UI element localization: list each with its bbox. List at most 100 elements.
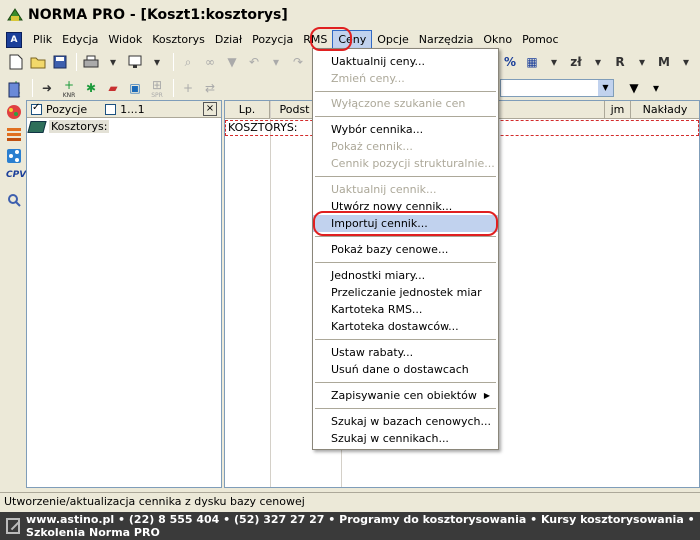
menu-uaktualnij-cennik[interactable]: Uaktualnij cennik... bbox=[313, 181, 498, 198]
share-icon[interactable] bbox=[6, 148, 22, 164]
menu-przeliczanie-jednostek[interactable]: Przeliczanie jednostek miar bbox=[313, 284, 498, 301]
pozycje-checkbox[interactable] bbox=[31, 102, 42, 115]
menu-ustaw-rabaty[interactable]: Ustaw rabaty... bbox=[313, 344, 498, 361]
insert-row-icon[interactable]: + bbox=[178, 78, 198, 98]
status-text: Utworzenie/aktualizacja cennika z dysku … bbox=[4, 495, 305, 508]
percent-icon[interactable]: % bbox=[500, 52, 520, 72]
document-icon[interactable]: A bbox=[6, 31, 22, 48]
undo-icon[interactable]: ↶ bbox=[244, 52, 264, 72]
menu-ceny[interactable]: Ceny bbox=[332, 30, 373, 49]
arrow-right-icon[interactable]: ➜ bbox=[37, 78, 57, 98]
currency-icon[interactable]: zł bbox=[566, 52, 586, 72]
redo-icon[interactable]: ↷ bbox=[288, 52, 308, 72]
equipment-icon[interactable]: ▣ bbox=[125, 78, 145, 98]
submenu-arrow-icon: ▶ bbox=[483, 391, 490, 400]
menu-usun-dane-dostawcach[interactable]: Usuń dane o dostawcach bbox=[313, 361, 498, 378]
tree-node-kosztorys[interactable]: Kosztorys: bbox=[27, 118, 221, 135]
menu-zmien-ceny[interactable]: Zmień ceny... bbox=[313, 70, 498, 87]
col-lp[interactable]: Lp. bbox=[225, 101, 270, 119]
preview-dropdown-icon[interactable]: ▾ bbox=[147, 52, 167, 72]
range-checkbox[interactable] bbox=[105, 103, 117, 115]
menu-uaktualnij-ceny[interactable]: Uaktualnij ceny... bbox=[313, 53, 498, 70]
menu-zapisywanie-cen-obiektow[interactable]: Zapisywanie cen obiektów ▶ bbox=[313, 387, 498, 404]
col-jm[interactable]: jm bbox=[605, 101, 631, 119]
menu-separator bbox=[315, 116, 496, 117]
m-icon[interactable]: M bbox=[654, 52, 674, 72]
undo-dropdown-icon[interactable]: ▾ bbox=[266, 52, 286, 72]
binoculars-icon[interactable]: ⌕ bbox=[178, 52, 198, 72]
m-dropdown-icon[interactable]: ▾ bbox=[676, 52, 696, 72]
print-dropdown-icon[interactable]: ▾ bbox=[103, 52, 123, 72]
menu-pomoc[interactable]: Pomoc bbox=[517, 30, 563, 49]
table-dropdown-icon[interactable]: ▾ bbox=[544, 52, 564, 72]
menu-widok[interactable]: Widok bbox=[103, 30, 147, 49]
print-icon[interactable] bbox=[81, 52, 101, 72]
menu-rms[interactable]: RMS bbox=[298, 30, 332, 49]
document-stack-icon[interactable] bbox=[6, 82, 22, 98]
menu-opcje[interactable]: Opcje bbox=[372, 30, 414, 49]
menu-dzial[interactable]: Dział bbox=[210, 30, 247, 49]
menu-edycja[interactable]: Edycja bbox=[57, 30, 103, 49]
menu-cennik-pozycji[interactable]: Cennik pozycji strukturalnie... bbox=[313, 155, 498, 172]
tree-node-label: Kosztorys: bbox=[49, 120, 110, 133]
menu-okno[interactable]: Okno bbox=[478, 30, 517, 49]
menu-kartoteka-dostawcow[interactable]: Kartoteka dostawców... bbox=[313, 318, 498, 335]
book-icon bbox=[27, 120, 47, 133]
toolbar-separator bbox=[173, 53, 174, 71]
currency-dropdown-icon[interactable]: ▾ bbox=[588, 52, 608, 72]
find-replace-icon[interactable]: ∞ bbox=[200, 52, 220, 72]
menu-importuj-cennik[interactable]: Importuj cennik... bbox=[313, 215, 498, 232]
table-icon[interactable]: ▦ bbox=[522, 52, 542, 72]
column-combo[interactable]: ▼ bbox=[500, 79, 614, 97]
footer-text: www.astino.pl • (22) 8 555 404 • (52) 32… bbox=[26, 513, 695, 539]
right-toolbar: % ▦ ▾ zł ▾ R ▾ M ▾ S ▾ bbox=[500, 50, 700, 74]
palette-icon[interactable] bbox=[6, 104, 22, 120]
toolbar-separator bbox=[173, 79, 174, 97]
toolbar-separator bbox=[76, 53, 77, 71]
preview-icon[interactable] bbox=[125, 52, 145, 72]
menu-narzedzia[interactable]: Narzędzia bbox=[414, 30, 479, 49]
norma-app-icon bbox=[6, 6, 24, 24]
menu-wylaczone-szukanie-cen[interactable]: Wyłączone szukanie cen bbox=[313, 95, 498, 112]
r-dropdown-icon[interactable]: ▾ bbox=[632, 52, 652, 72]
menu-kartoteka-rms[interactable]: Kartoteka RMS... bbox=[313, 301, 498, 318]
col-naklady[interactable]: Nakłady bbox=[631, 101, 699, 119]
move-icon[interactable]: ⇄ bbox=[200, 78, 220, 98]
menu-plik[interactable]: Plik bbox=[28, 30, 57, 49]
menu-separator bbox=[315, 262, 496, 263]
close-tree-button[interactable]: × bbox=[203, 102, 217, 116]
save-icon[interactable] bbox=[50, 52, 70, 72]
astino-logo-icon bbox=[6, 518, 21, 534]
add-knr-icon[interactable]: + KNR bbox=[59, 78, 79, 99]
menu-bar: A Plik Edycja Widok Kosztorys Dział Pozy… bbox=[0, 30, 700, 49]
menu-kosztorys[interactable]: Kosztorys bbox=[147, 30, 210, 49]
menu-pokaz-bazy-cenowe[interactable]: Pokaż bazy cenowe... bbox=[313, 241, 498, 258]
window-title: NORMA PRO - [Koszt1:kosztorys] bbox=[28, 7, 288, 23]
new-file-icon[interactable] bbox=[6, 52, 26, 72]
menu-pokaz-cennik[interactable]: Pokaż cennik... bbox=[313, 138, 498, 155]
menu-szukaj-w-cennikach[interactable]: Szukaj w cennikach... bbox=[313, 430, 498, 447]
r-icon[interactable]: R bbox=[610, 52, 630, 72]
magnifier-icon[interactable] bbox=[6, 192, 22, 208]
chevron-down-icon[interactable]: ▼ bbox=[598, 80, 613, 96]
menu-utworz-nowy-cennik[interactable]: Utwórz nowy cennik... bbox=[313, 198, 498, 215]
layers-icon[interactable] bbox=[6, 126, 22, 142]
menu-separator bbox=[315, 382, 496, 383]
status-bar: Utworzenie/aktualizacja cennika z dysku … bbox=[0, 492, 700, 510]
sparkle-icon[interactable]: ✱ bbox=[81, 78, 101, 98]
menu-separator bbox=[315, 236, 496, 237]
menu-wybor-cennika[interactable]: Wybór cennika... bbox=[313, 121, 498, 138]
cpv-icon[interactable]: CPV bbox=[6, 170, 26, 186]
menu-jednostki-miary[interactable]: Jednostki miary... bbox=[313, 267, 498, 284]
funnel-dropdown-icon[interactable]: ▾ bbox=[646, 78, 666, 98]
open-folder-icon[interactable] bbox=[28, 52, 48, 72]
menu-szukaj-w-bazach[interactable]: Szukaj w bazach cenowych... bbox=[313, 413, 498, 430]
funnel-icon[interactable]: ▼ bbox=[624, 78, 644, 98]
range-label: 1...1 bbox=[120, 102, 145, 116]
truck-icon[interactable]: ▰ bbox=[103, 78, 123, 98]
menu-pozycja[interactable]: Pozycja bbox=[247, 30, 298, 49]
spr-icon[interactable]: ⊞ SPR bbox=[147, 78, 167, 99]
filter-icon[interactable]: ▼ bbox=[222, 52, 242, 72]
tree-panel: Pozycje 1...1 × Kosztorys: bbox=[26, 100, 222, 488]
ceny-dropdown-menu: Uaktualnij ceny... Zmień ceny... Wyłączo… bbox=[312, 48, 499, 450]
